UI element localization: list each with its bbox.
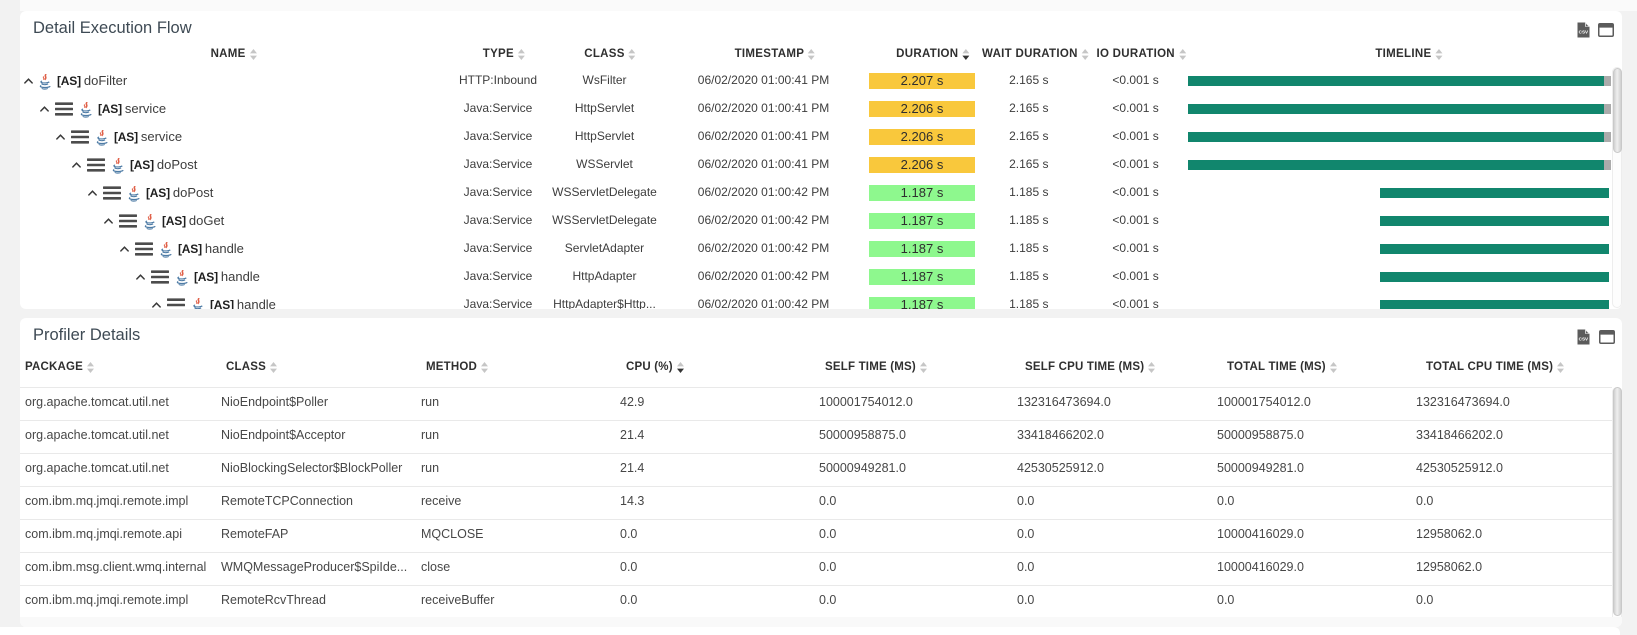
svg-text:CSV: CSV	[1579, 337, 1589, 342]
svg-text:CSV: CSV	[1579, 29, 1589, 34]
